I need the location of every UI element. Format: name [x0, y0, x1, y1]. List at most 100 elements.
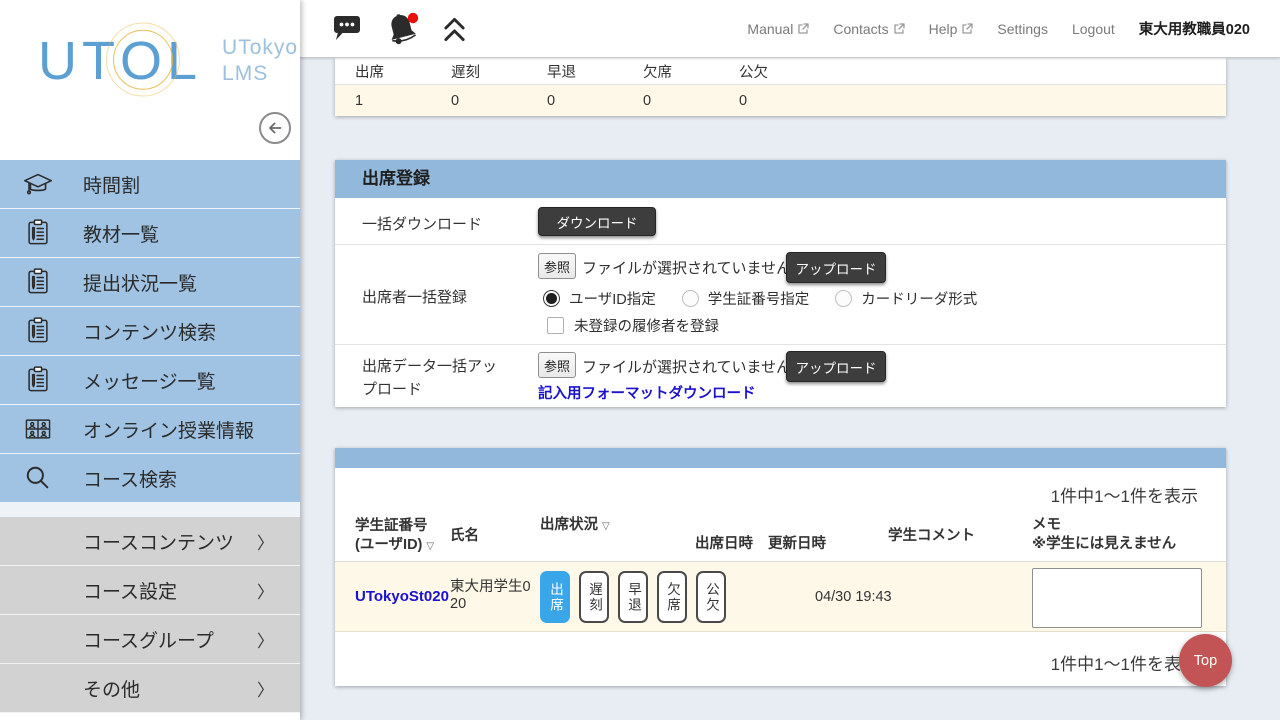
logo-area: UTOL UTokyo LMS [0, 0, 300, 160]
sidebar-collapse-button[interactable] [259, 112, 291, 144]
chevron-right-icon: 〉 [257, 627, 274, 652]
sidebar-item-course-group[interactable]: コースグループ 〉 [0, 615, 300, 664]
attendance-data-upload-label: 出席データ一括アップロード [362, 355, 504, 402]
sidebar-item-timetable[interactable]: 時間割 [0, 160, 300, 209]
external-link-icon [961, 23, 973, 35]
radio-button-icon[interactable] [682, 290, 699, 307]
sort-icon[interactable]: ▽ [426, 541, 434, 552]
online-class-grid-icon [20, 411, 56, 447]
logo-letter-o-rings: O [120, 34, 167, 88]
radio-user-id-label: ユーザID指定 [569, 288, 656, 309]
status-absent-button[interactable]: 欠席 [657, 571, 687, 623]
sidebar-item-label: その他 [83, 675, 140, 702]
sidebar-item-label: 教材一覧 [83, 220, 159, 247]
updated-at-value: 04/30 19:43 [815, 589, 892, 605]
back-arrow-icon [266, 119, 284, 137]
format-download-link[interactable]: 記入用フォーマットダウンロード [538, 382, 756, 403]
sidebar-section-divider [0, 503, 300, 517]
summary-value-present: 1 [355, 93, 451, 109]
sidebar-item-others[interactable]: その他 〉 [0, 664, 300, 713]
col-name-header: 氏名 [450, 527, 479, 546]
register-unenrolled-label: 未登録の履修者を登録 [574, 315, 719, 336]
radio-button-icon[interactable] [543, 290, 560, 307]
utol-logo: UTOL UTokyo LMS [38, 34, 298, 88]
table-top-bar [335, 448, 1226, 468]
double-chevron-up-icon [442, 15, 467, 43]
browse-file-button[interactable]: 参照 [538, 352, 576, 378]
settings-link[interactable]: Settings [997, 21, 1048, 37]
browse-file-button[interactable]: 参照 [538, 253, 576, 279]
sidebar-item-label: メッセージ一覧 [83, 367, 216, 394]
app-root: UTOL UTokyo LMS [0, 0, 1280, 720]
sidebar-item-label: コンテンツ検索 [83, 318, 216, 345]
sidebar-item-submission-status[interactable]: 提出状況一覧 [0, 258, 300, 307]
col-memo-line1: メモ [1032, 516, 1176, 535]
sidebar-item-label: コースコンテンツ [83, 528, 234, 555]
contacts-link[interactable]: Contacts [833, 21, 904, 37]
no-file-selected-text: ファイルが選択されていません。 [582, 356, 806, 377]
download-button[interactable]: ダウンロード [538, 207, 656, 236]
sidebar-item-course-settings[interactable]: コース設定 〉 [0, 566, 300, 615]
help-link[interactable]: Help [929, 21, 974, 37]
radio-button-icon[interactable] [835, 290, 852, 307]
radio-user-id[interactable]: ユーザID指定 [543, 288, 656, 309]
sort-icon[interactable]: ▽ [602, 521, 610, 532]
sidebar-item-online-class-info[interactable]: オンライン授業情報 [0, 405, 300, 454]
utol-logo-subtitle: UTokyo LMS [222, 35, 298, 88]
students-table-footer: 1件中1〜1件を表示 [335, 632, 1226, 686]
col-status-header[interactable]: 出席状況 ▽ [540, 516, 610, 535]
scroll-to-top-button[interactable]: Top [1179, 634, 1232, 687]
sidebar-item-label: コース検索 [83, 465, 177, 492]
sidebar-item-label: オンライン授業情報 [83, 416, 254, 443]
students-attendance-table: 1件中1〜1件を表示 学生証番号 (ユーザID) ▽ 氏名 出席状況 ▽ 出席日… [335, 448, 1226, 686]
upload-button[interactable]: アップロード [786, 252, 886, 283]
radio-student-number[interactable]: 学生証番号指定 [682, 288, 810, 309]
notification-dot [408, 12, 418, 22]
sidebar-item-course-search[interactable]: コース検索 [0, 454, 300, 503]
manual-link[interactable]: Manual [747, 21, 809, 37]
checkbox-icon[interactable] [547, 317, 564, 334]
status-late-button[interactable]: 遅刻 [579, 571, 609, 623]
chevron-right-icon: 〉 [257, 578, 274, 603]
sidebar-item-course-contents[interactable]: コースコンテンツ 〉 [0, 517, 300, 566]
student-id-link[interactable]: UTokyoSt020 [355, 588, 449, 605]
status-early-leave-button[interactable]: 早退 [618, 571, 648, 623]
sidebar-item-materials[interactable]: 教材一覧 [0, 209, 300, 258]
logout-link[interactable]: Logout [1072, 21, 1115, 37]
chat-bubble-icon [332, 15, 362, 42]
summary-col-present: 出席 [355, 61, 451, 82]
sidebar-item-label: 提出状況一覧 [83, 269, 197, 296]
status-present-button[interactable]: 出席 [540, 571, 570, 623]
sidebar-item-content-search[interactable]: コンテンツ検索 [0, 307, 300, 356]
clipboard-icon [20, 215, 56, 251]
summary-value-absent: 0 [643, 93, 739, 109]
memo-textarea[interactable] [1032, 568, 1202, 628]
contacts-link-label: Contacts [833, 21, 888, 37]
summary-value-early-leave: 0 [547, 93, 643, 109]
col-status-label: 出席状況 [540, 517, 598, 533]
topbar: Manual Contacts Help Settings Logout 東大用… [300, 0, 1280, 58]
col-student-number-header[interactable]: 学生証番号 (ユーザID) ▽ [355, 517, 434, 555]
col-student-number-line2: (ユーザID) [355, 537, 422, 553]
summary-col-early-leave: 早退 [547, 61, 643, 82]
sidebar-course-menu: コースコンテンツ 〉 コース設定 〉 コースグループ 〉 その他 〉 [0, 517, 300, 713]
sidebar-item-messages[interactable]: メッセージ一覧 [0, 356, 300, 405]
notifications-button[interactable] [382, 9, 422, 49]
summary-value-row: 1 0 0 0 0 [335, 85, 1226, 116]
upload-button[interactable]: アップロード [786, 351, 886, 382]
summary-value-excused: 0 [739, 93, 835, 109]
status-excused-button[interactable]: 公欠 [696, 571, 726, 623]
logo-subtitle-line1: UTokyo [222, 35, 298, 61]
chevron-right-icon: 〉 [257, 529, 274, 554]
no-file-selected-text: ファイルが選択されていません。 [582, 257, 806, 278]
logo-subtitle-line2: LMS [222, 61, 298, 87]
radio-student-number-label: 学生証番号指定 [708, 288, 810, 309]
attendee-bulk-register-label: 出席者一括登録 [362, 286, 467, 307]
attendance-status-buttons: 出席 遅刻 早退 欠席 公欠 [540, 571, 726, 623]
collapse-topbar-button[interactable] [442, 15, 467, 43]
panel-title: 出席登録 [335, 160, 1226, 198]
settings-link-label: Settings [997, 21, 1048, 37]
chat-button[interactable] [332, 15, 362, 42]
radio-card-reader[interactable]: カードリーダ形式 [835, 288, 977, 309]
col-memo-line2: ※学生には見えません [1032, 535, 1176, 554]
